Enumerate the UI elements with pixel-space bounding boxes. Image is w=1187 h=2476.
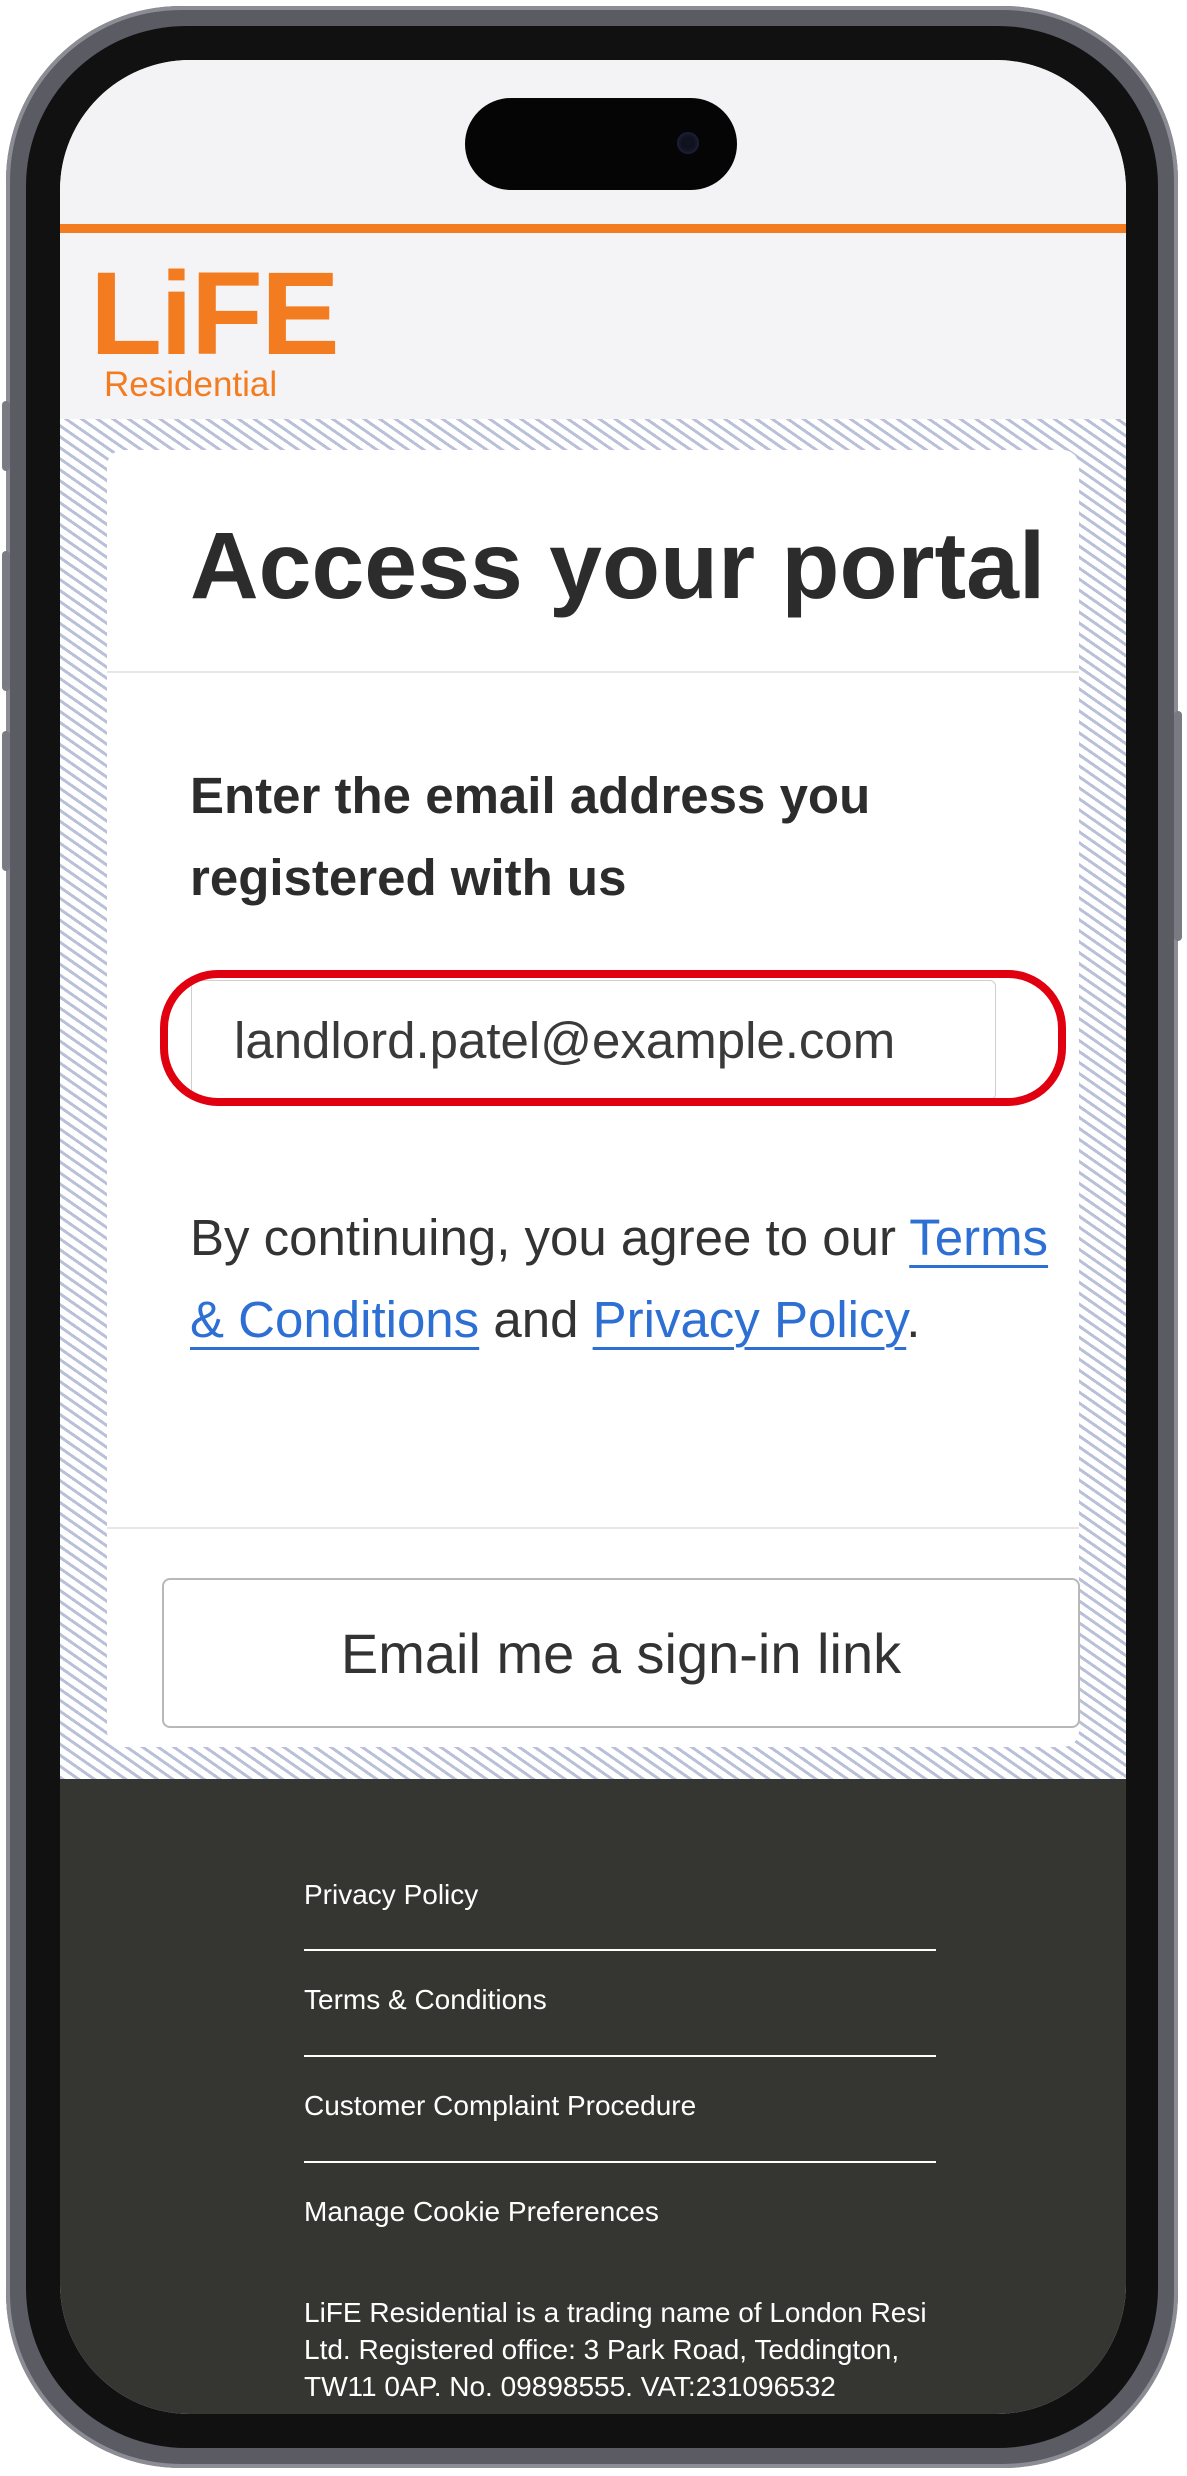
consent-and: and: [493, 1291, 579, 1348]
phone-bezel: LiFE Residential Access your portal Ente…: [26, 26, 1158, 2448]
page-title: Access your portal: [190, 513, 1046, 619]
header-accent-bar: [60, 224, 1126, 233]
footer-link-terms[interactable]: Terms & Conditions: [304, 1984, 934, 2016]
consent-prefix: By continuing, you agree to our: [190, 1209, 896, 1266]
card-divider-top: [107, 671, 1079, 673]
email-label: Enter the email address you registered w…: [190, 767, 871, 906]
brand-logo-subtitle: Residential: [104, 365, 278, 404]
brand-logo[interactable]: LiFE: [90, 255, 340, 373]
email-sign-in-link-button[interactable]: Email me a sign-in link: [162, 1578, 1080, 1728]
footer-link-complaints[interactable]: Customer Complaint Procedure: [304, 2090, 934, 2122]
login-card: Access your portal Enter the email addre…: [107, 450, 1080, 1747]
volume-down-button: [2, 731, 10, 871]
site-header: LiFE Residential: [60, 233, 1126, 419]
camera-icon: [677, 132, 699, 154]
phone-frame: LiFE Residential Access your portal Ente…: [2, 6, 1182, 2468]
footer-divider: [304, 2055, 936, 2057]
action-button: [2, 401, 10, 471]
phone-screen: LiFE Residential Access your portal Ente…: [60, 60, 1126, 2414]
consent-suffix: .: [906, 1291, 921, 1348]
dynamic-island: [465, 98, 737, 190]
footer-link-privacy[interactable]: Privacy Policy: [304, 1879, 934, 1911]
power-button: [1174, 711, 1182, 941]
status-area: [60, 60, 1126, 225]
consent-text: By continuing, you agree to our Terms & …: [190, 1197, 1050, 1361]
privacy-link[interactable]: Privacy Policy: [593, 1291, 907, 1348]
volume-up-button: [2, 551, 10, 691]
footer-link-cookies[interactable]: Manage Cookie Preferences: [304, 2196, 934, 2228]
footer-legal-text: LiFE Residential is a trading name of Lo…: [304, 2297, 927, 2402]
footer-divider: [304, 2161, 936, 2163]
card-divider-bottom: [107, 1527, 1079, 1529]
footer-divider: [304, 1949, 936, 1951]
email-input[interactable]: [191, 980, 996, 1100]
